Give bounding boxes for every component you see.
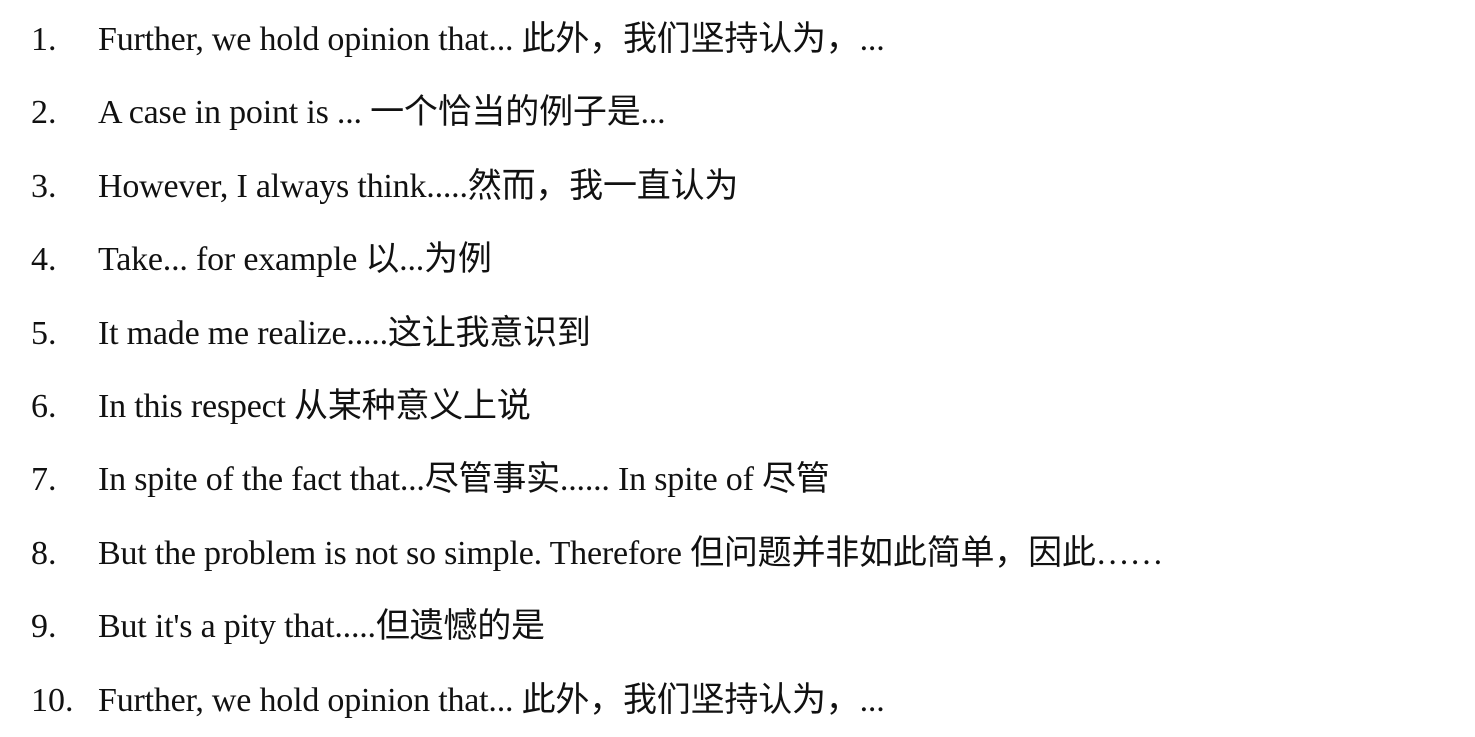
item-number: 5. — [31, 314, 57, 352]
item-text: But it's a pity that.....但遗憾的是 — [98, 608, 545, 646]
document-page: 1. Further, we hold opinion that... 此外，我… — [0, 0, 1475, 737]
list-item: 9. But it's a pity that.....但遗憾的是 — [0, 590, 1475, 663]
phrase-list: 1. Further, we hold opinion that... 此外，我… — [0, 3, 1475, 737]
item-text: Further, we hold opinion that... 此外，我们坚持… — [98, 681, 885, 719]
item-text: Take... for example 以...为例 — [98, 241, 492, 279]
list-item: 2. A case in point is ... 一个恰当的例子是... — [0, 76, 1475, 149]
item-number: 7. — [31, 461, 57, 499]
item-text: In this respect 从某种意义上说 — [98, 387, 531, 425]
list-item: 6. In this respect 从某种意义上说 — [0, 370, 1475, 443]
item-number: 1. — [31, 21, 57, 58]
list-item: 1. Further, we hold opinion that... 此外，我… — [0, 3, 1475, 76]
item-number: 6. — [31, 387, 57, 425]
item-number: 3. — [31, 167, 57, 205]
item-text: Further, we hold opinion that... 此外，我们坚持… — [98, 21, 885, 58]
list-item: 7. In spite of the fact that...尽管事实.....… — [0, 443, 1475, 516]
item-text: However, I always think.....然而，我一直认为 — [98, 167, 739, 205]
list-item: 4. Take... for example 以...为例 — [0, 223, 1475, 296]
list-item: 5. It made me realize.....这让我意识到 — [0, 297, 1475, 370]
item-number: 4. — [31, 241, 57, 279]
item-text: A case in point is ... 一个恰当的例子是... — [98, 94, 666, 132]
list-item: 3. However, I always think.....然而，我一直认为 — [0, 150, 1475, 223]
item-number: 8. — [31, 534, 57, 572]
item-text: In spite of the fact that...尽管事实...... I… — [98, 461, 830, 499]
item-number: 10. — [31, 681, 74, 719]
item-text: It made me realize.....这让我意识到 — [98, 314, 591, 352]
item-number: 2. — [31, 94, 57, 132]
item-number: 9. — [31, 608, 57, 646]
list-item: 10. Further, we hold opinion that... 此外，… — [0, 664, 1475, 737]
item-text: But the problem is not so simple. Theref… — [98, 534, 1164, 572]
list-item: 8. But the problem is not so simple. The… — [0, 517, 1475, 590]
